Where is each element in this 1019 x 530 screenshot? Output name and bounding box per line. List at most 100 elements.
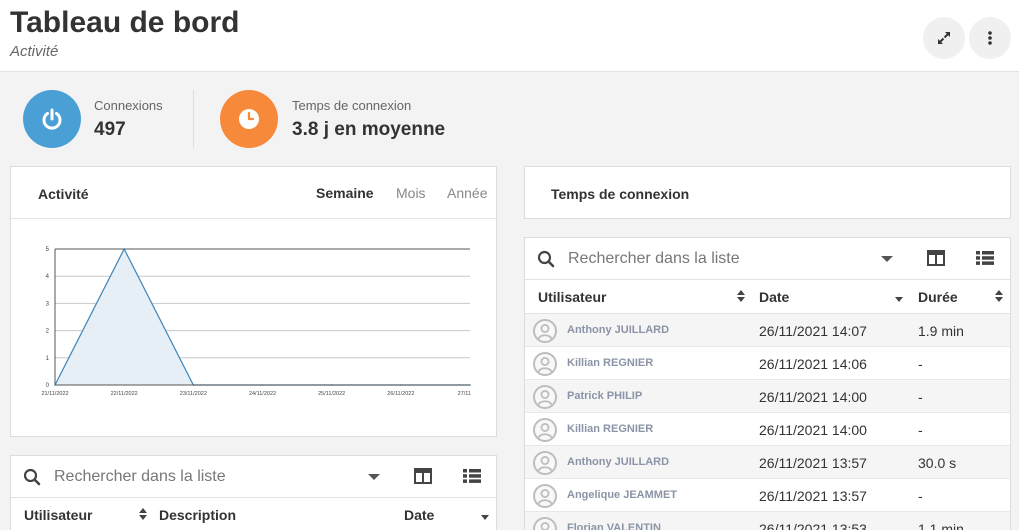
connexion-time-card-title: Temps de connexion <box>551 186 690 202</box>
page-header: Tableau de bord Activité <box>0 0 1019 72</box>
table-row[interactable]: Patrick PHILIP 26/11/2021 14:00 - <box>525 380 1010 413</box>
date-cell: 26/11/2021 14:00 <box>759 389 867 405</box>
connexion-time-card: Temps de connexion <box>524 166 1011 219</box>
connexions-stat-icon-circle <box>23 90 81 148</box>
avatar <box>533 319 557 343</box>
sort-desc-icon[interactable] <box>481 508 489 520</box>
table-row[interactable]: Killian REGNIER 26/11/2021 14:06 - <box>525 347 1010 380</box>
x-tick-label: 23/11/2022 <box>180 391 207 397</box>
y-tick-label: 4 <box>46 274 50 280</box>
columns-view-icon[interactable] <box>927 250 945 266</box>
search-icon <box>23 468 41 486</box>
y-tick-label: 5 <box>46 247 50 253</box>
activity-chart: 0 1 2 3 4 5 21/11/2022 22/11/2022 23/11/2022 24/1… <box>41 247 471 397</box>
user-name-link[interactable]: Angelique JEAMMET <box>567 489 677 501</box>
avatar <box>533 451 557 475</box>
table-row[interactable]: Florian VALENTIN 26/11/2021 13:53 1.1 min <box>525 512 1010 530</box>
date-cell: 26/11/2021 14:00 <box>759 422 867 438</box>
y-tick-label: 0 <box>46 383 50 389</box>
list-view-icon[interactable] <box>976 250 994 266</box>
list-view-icon[interactable] <box>463 468 481 484</box>
activity-list-card: Rechercher dans la liste Utilisateur Des… <box>10 455 497 530</box>
connexion-list-search-input[interactable]: Rechercher dans la liste <box>568 250 740 268</box>
chevron-down-icon[interactable] <box>368 474 380 480</box>
user-name-link[interactable]: Killian REGNIER <box>567 423 653 435</box>
x-tick-label: 24/11/2022 <box>249 391 276 397</box>
y-tick-label: 2 <box>46 329 50 335</box>
duration-cell: - <box>918 488 923 504</box>
column-header-date[interactable]: Date <box>759 289 789 305</box>
stats-divider <box>193 90 194 148</box>
connexion-time-label: Temps de connexion <box>292 98 412 113</box>
period-week-tab[interactable]: Semaine <box>316 185 374 201</box>
date-cell: 26/11/2021 13:57 <box>759 455 867 471</box>
user-name-link[interactable]: Patrick PHILIP <box>567 390 642 402</box>
table-row[interactable]: Anthony JUILLARD 26/11/2021 13:57 30.0 s <box>525 446 1010 479</box>
table-row[interactable]: Anthony JUILLARD 26/11/2021 14:07 1.9 min <box>525 314 1010 347</box>
column-header-user[interactable]: Utilisateur <box>538 289 606 305</box>
connexion-time-stat-icon-circle <box>220 90 278 148</box>
x-tick-label: 25/11/2022 <box>318 391 345 397</box>
table-row[interactable]: Killian REGNIER 26/11/2021 14:00 - <box>525 413 1010 446</box>
period-year-tab[interactable]: Année <box>447 185 487 201</box>
column-header-description[interactable]: Description <box>159 507 236 523</box>
power-icon <box>42 108 62 130</box>
activity-list-search-input[interactable]: Rechercher dans la liste <box>54 468 226 486</box>
clock-icon <box>239 109 259 129</box>
duration-cell: 30.0 s <box>918 455 957 471</box>
search-icon <box>537 250 555 268</box>
user-name-link[interactable]: Anthony JUILLARD <box>567 456 669 468</box>
columns-view-icon[interactable] <box>414 468 432 484</box>
data-point <box>123 248 125 250</box>
user-name-link[interactable]: Anthony JUILLARD <box>567 324 669 336</box>
x-tick-label: 22/11/2022 <box>111 391 138 397</box>
duration-cell: 1.1 min <box>918 521 964 530</box>
table-row[interactable]: Angelique JEAMMET 26/11/2021 13:57 - <box>525 479 1010 512</box>
y-tick-label: 3 <box>46 301 50 307</box>
connexion-list-header: Utilisateur Date Durée <box>525 280 1010 314</box>
date-cell: 26/11/2021 13:53 <box>759 521 867 530</box>
activity-card-title: Activité <box>38 186 89 202</box>
x-tick-label: 21/11/2022 <box>41 391 68 397</box>
avatar <box>533 385 557 409</box>
duration-cell: - <box>918 356 923 372</box>
activity-list-search-bar: Rechercher dans la liste <box>11 456 496 498</box>
more-vertical-icon <box>988 31 992 45</box>
column-header-duration[interactable]: Durée <box>918 289 958 305</box>
date-cell: 26/11/2021 14:06 <box>759 356 867 372</box>
chevron-down-icon[interactable] <box>881 256 893 262</box>
page-subtitle: Activité <box>10 43 59 60</box>
avatar <box>533 517 557 530</box>
connexion-list-search-bar: Rechercher dans la liste <box>525 238 1010 280</box>
user-name-link[interactable]: Killian REGNIER <box>567 357 653 369</box>
sort-desc-icon[interactable] <box>895 290 903 302</box>
duration-cell: - <box>918 422 923 438</box>
duration-cell: 1.9 min <box>918 323 964 339</box>
expand-icon <box>938 32 950 44</box>
column-header-date[interactable]: Date <box>404 507 434 523</box>
date-cell: 26/11/2021 14:07 <box>759 323 867 339</box>
sort-icon[interactable] <box>995 290 1003 302</box>
series-area <box>55 249 470 385</box>
activity-card: Activité Semaine Mois Année 0 1 2 3 4 5 21/11/… <box>10 166 497 437</box>
date-cell: 26/11/2021 13:57 <box>759 488 867 504</box>
user-name-link[interactable]: Florian VALENTIN <box>567 522 661 530</box>
page-title: Tableau de bord <box>10 6 240 39</box>
sort-icon[interactable] <box>139 508 147 520</box>
avatar <box>533 484 557 508</box>
period-month-tab[interactable]: Mois <box>396 185 426 201</box>
duration-cell: - <box>918 389 923 405</box>
connexions-value: 497 <box>94 119 126 140</box>
avatar <box>533 352 557 376</box>
connexion-list-card: Rechercher dans la liste Utilisateur Dat… <box>524 237 1011 530</box>
fullscreen-button[interactable] <box>923 17 965 59</box>
avatar <box>533 418 557 442</box>
column-header-user[interactable]: Utilisateur <box>24 507 92 523</box>
x-tick-label: 27/11 <box>458 391 471 397</box>
more-options-button[interactable] <box>969 17 1011 59</box>
x-tick-label: 26/11/2022 <box>387 391 414 397</box>
connexions-label: Connexions <box>94 98 163 113</box>
y-tick-label: 1 <box>46 356 50 362</box>
connexion-time-value: 3.8 j en moyenne <box>292 119 446 140</box>
sort-icon[interactable] <box>737 290 745 302</box>
